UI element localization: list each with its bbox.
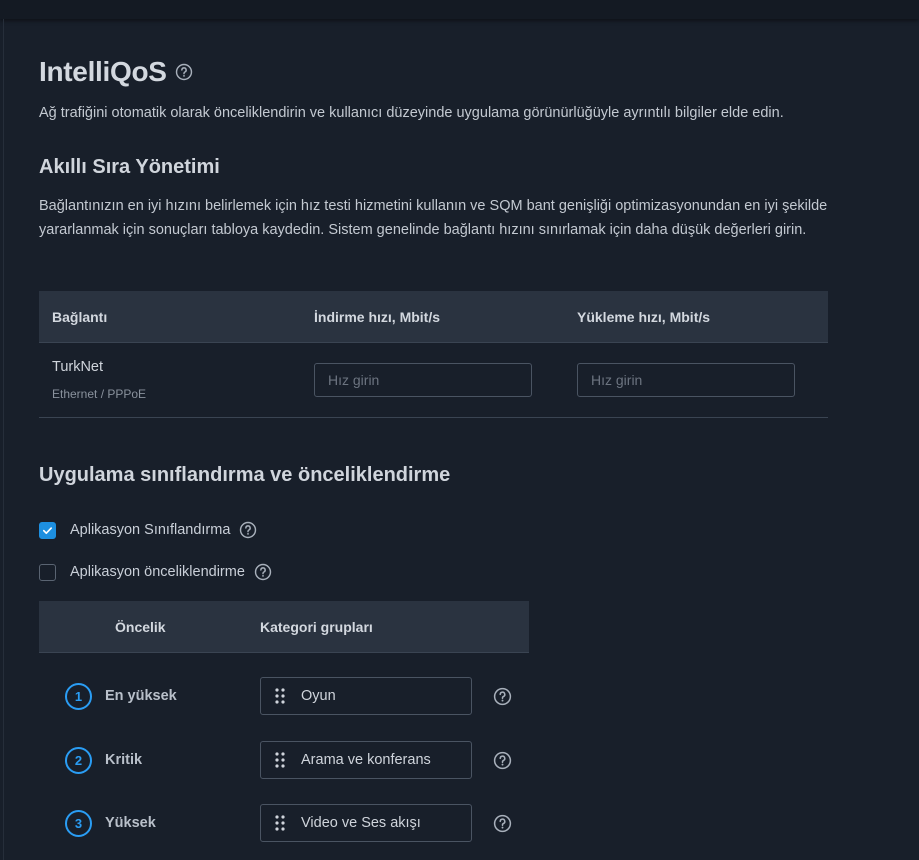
priority-table-header: Öncelik Kategori grupları xyxy=(39,601,529,653)
page-description: Ağ trafiğini otomatik olarak önceliklend… xyxy=(39,105,784,121)
app-prioritization-option: Aplikasyon önceliklendirme xyxy=(39,563,272,581)
priority-table: Öncelik Kategori grupları xyxy=(39,601,529,653)
drag-handle-icon[interactable] xyxy=(275,688,285,704)
table-row: TurkNet Ethernet / PPPoE xyxy=(39,343,828,418)
connection-table-header: Bağlantı İndirme hızı, Mbit/s Yükleme hı… xyxy=(39,291,828,343)
connection-type: Ethernet / PPPoE xyxy=(52,387,147,401)
top-bar xyxy=(0,0,919,19)
app-classification-option: Aplikasyon Sınıflandırma xyxy=(39,521,257,539)
table-row: 2 Kritik Arama ve konferans xyxy=(39,741,529,779)
priority-label: Yüksek xyxy=(105,815,156,831)
sqm-heading: Akıllı Sıra Yönetimi xyxy=(39,156,220,178)
column-header-category: Kategori grupları xyxy=(260,618,373,635)
priority-label: Kritik xyxy=(105,752,143,768)
category-label: Oyun xyxy=(301,688,336,704)
category-drag-item[interactable]: Oyun xyxy=(260,677,472,715)
priority-label: En yüksek xyxy=(105,688,177,704)
app-classification-checkbox[interactable] xyxy=(39,521,56,539)
download-cell xyxy=(314,363,577,397)
column-header-connection: Bağlantı xyxy=(52,308,108,325)
priority-number-badge: 3 xyxy=(65,809,92,837)
help-icon[interactable] xyxy=(493,687,512,706)
download-speed-input[interactable] xyxy=(314,363,532,397)
category-label: Arama ve konferans xyxy=(301,752,431,768)
column-header-upload: Yükleme hızı, Mbit/s xyxy=(577,308,711,325)
classification-heading: Uygulama sınıflandırma ve önceliklendirm… xyxy=(39,464,451,486)
help-icon[interactable] xyxy=(254,563,272,581)
connection-table: Bağlantı İndirme hızı, Mbit/s Yükleme hı… xyxy=(39,291,828,418)
drag-handle-icon[interactable] xyxy=(275,815,285,831)
priority-number-badge: 1 xyxy=(65,682,92,710)
help-icon[interactable] xyxy=(239,521,257,539)
upload-cell xyxy=(577,363,795,397)
category-drag-item[interactable]: Arama ve konferans xyxy=(260,741,472,779)
table-row: 3 Yüksek Video ve Ses akışı xyxy=(39,804,529,842)
priority-number-badge: 2 xyxy=(65,746,92,774)
app-prioritization-label[interactable]: Aplikasyon önceliklendirme xyxy=(70,564,245,580)
help-icon[interactable] xyxy=(175,63,193,81)
column-header-download: İndirme hızı, Mbit/s xyxy=(314,308,441,325)
help-icon[interactable] xyxy=(493,751,512,770)
category-label: Video ve Ses akışı xyxy=(301,815,421,831)
drag-handle-icon[interactable] xyxy=(275,752,285,768)
sidebar-edge xyxy=(3,19,4,860)
page-header: IntelliQoS xyxy=(39,56,193,88)
table-row: 1 En yüksek Oyun xyxy=(39,677,529,715)
upload-speed-input[interactable] xyxy=(577,363,795,397)
category-drag-item[interactable]: Video ve Ses akışı xyxy=(260,804,472,842)
app-classification-label[interactable]: Aplikasyon Sınıflandırma xyxy=(70,522,230,538)
help-icon[interactable] xyxy=(493,814,512,833)
connection-cell: TurkNet Ethernet / PPPoE xyxy=(39,359,314,401)
column-header-priority: Öncelik xyxy=(115,618,166,635)
app-prioritization-checkbox[interactable] xyxy=(39,563,56,581)
sqm-description: Bağlantınızın en iyi hızını belirlemek i… xyxy=(39,198,828,238)
connection-name: TurkNet xyxy=(52,359,104,375)
page-title: IntelliQoS xyxy=(39,56,167,87)
